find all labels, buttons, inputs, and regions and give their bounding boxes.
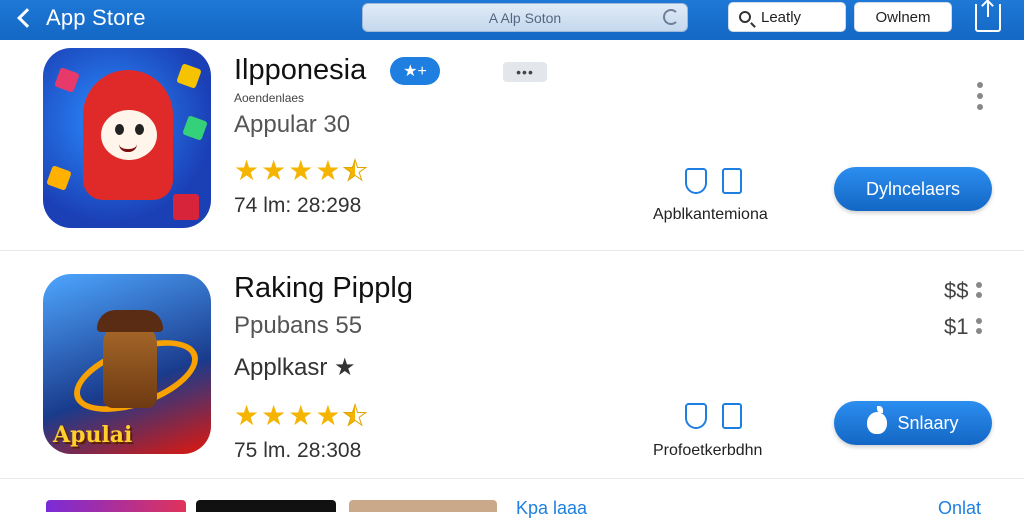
outline-label: Owlnem bbox=[875, 8, 931, 26]
outline-button[interactable]: Owlnem bbox=[854, 2, 952, 32]
price-label: $1 bbox=[944, 314, 969, 339]
search-field[interactable]: A Alp Soton bbox=[362, 3, 688, 32]
get-button[interactable]: Snlaary bbox=[834, 401, 992, 445]
kebab-menu-icon[interactable] bbox=[975, 282, 983, 298]
star-icon: ★ bbox=[261, 400, 287, 431]
character-body bbox=[103, 322, 157, 408]
thumbnail[interactable] bbox=[46, 500, 186, 512]
section-link[interactable]: Kpa laaa bbox=[516, 498, 587, 519]
app-title[interactable]: Ilpponesia bbox=[234, 54, 366, 87]
half-star-icon: ★ bbox=[342, 155, 368, 186]
star-icon: ★ bbox=[315, 400, 341, 431]
download-count: 74 lm: 28:298 bbox=[234, 194, 362, 217]
reload-icon[interactable] bbox=[663, 9, 679, 25]
shield-icon[interactable] bbox=[685, 168, 707, 194]
see-all-link[interactable]: Onlat bbox=[938, 498, 981, 519]
divider bbox=[0, 250, 1024, 251]
app-subtitle: Aoendenlaes bbox=[234, 91, 305, 105]
get-button[interactable]: Dylncelaers bbox=[834, 167, 992, 211]
mascot-face bbox=[101, 110, 157, 160]
top-bar: App Store A Alp Soton Leatly Owlnem bbox=[0, 0, 1024, 40]
device-icon[interactable] bbox=[722, 403, 742, 429]
app-icon[interactable] bbox=[43, 48, 211, 228]
thumbnail[interactable] bbox=[196, 500, 336, 512]
app-caption: Apblkantemiona bbox=[653, 206, 768, 223]
gem-icon bbox=[176, 63, 202, 89]
star-icon: ★ bbox=[288, 400, 314, 431]
half-star-icon: ★ bbox=[342, 400, 368, 431]
app-subtitle: Ppubans 55 bbox=[234, 312, 363, 339]
mascot-eye bbox=[115, 124, 124, 135]
gem-icon bbox=[46, 165, 72, 191]
star-rating: ★ ★ ★ ★ ★ bbox=[234, 400, 368, 431]
kebab-menu-icon[interactable] bbox=[976, 82, 984, 110]
thumbnail[interactable] bbox=[349, 500, 497, 512]
app-caption: Profoetkerbdhn bbox=[653, 442, 763, 459]
lookup-label: Leatly bbox=[761, 8, 802, 26]
mascot-eye bbox=[135, 124, 144, 135]
app-category: Applkasr ★ bbox=[234, 354, 356, 381]
search-placeholder: A Alp Soton bbox=[488, 9, 562, 26]
app-icon[interactable]: Apulai bbox=[43, 274, 211, 454]
character-hat bbox=[97, 310, 163, 332]
share-icon[interactable] bbox=[975, 1, 1001, 32]
shield-icon[interactable] bbox=[685, 403, 707, 429]
rating-badge: ★+ bbox=[390, 57, 440, 85]
back-button[interactable]: App Store bbox=[14, 4, 164, 32]
gem-icon bbox=[54, 67, 80, 93]
apple-icon bbox=[867, 406, 888, 434]
kebab-menu-icon[interactable] bbox=[975, 318, 983, 334]
search-icon bbox=[739, 11, 751, 23]
chevron-left-icon bbox=[17, 8, 37, 28]
gem-icon bbox=[182, 115, 208, 141]
star-icon: ★ bbox=[261, 155, 287, 186]
download-count: 75 lm. 28:308 bbox=[234, 439, 362, 462]
price-label: $$ bbox=[944, 278, 969, 303]
star-icon: ★ bbox=[315, 155, 341, 186]
back-label: App Store bbox=[46, 5, 146, 30]
star-icon: ★ bbox=[234, 400, 260, 431]
get-button-label: Snlaary bbox=[897, 412, 959, 433]
logo-icon bbox=[173, 194, 199, 220]
get-button-label: Dylncelaers bbox=[865, 178, 961, 199]
app-title[interactable]: Raking Pipplg bbox=[234, 272, 413, 305]
star-rating: ★ ★ ★ ★ ★ bbox=[234, 155, 368, 186]
app-category: Appular 30 bbox=[234, 111, 351, 138]
star-icon: ★ bbox=[234, 155, 260, 186]
star-icon: ★ bbox=[288, 155, 314, 186]
lookup-button[interactable]: Leatly bbox=[728, 2, 846, 32]
divider bbox=[0, 478, 1024, 479]
icon-wordmark: Apulai bbox=[53, 422, 133, 448]
more-options-button[interactable]: ••• bbox=[503, 62, 547, 82]
device-icon[interactable] bbox=[722, 168, 742, 194]
